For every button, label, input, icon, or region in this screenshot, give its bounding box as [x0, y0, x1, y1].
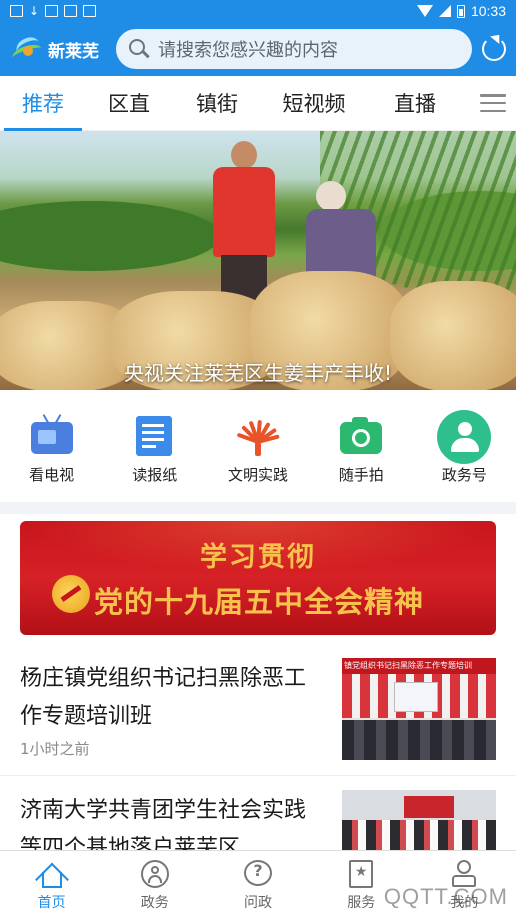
shortcut-civilization-practice[interactable]: 文明实践 [206, 390, 309, 502]
promo-subtitle: 党的十九届五中全会精神 [94, 585, 425, 619]
app-notification-icon [83, 5, 96, 17]
shortcut-label: 文明实践 [228, 466, 289, 484]
tv-icon [29, 414, 75, 458]
search-icon [128, 38, 150, 60]
newspaper-icon [132, 414, 178, 458]
signal-icon [438, 5, 451, 17]
gallery-icon [45, 5, 58, 17]
app-name: 新莱芜 [48, 41, 99, 62]
refresh-icon[interactable] [482, 37, 506, 61]
gov-account-icon [437, 410, 492, 464]
nav-inquiry[interactable]: ? 问政 [206, 851, 309, 916]
services-star-icon: ★ [346, 859, 376, 889]
notification-square-icon [10, 5, 23, 17]
news-title: 济南大学共青团学生社会实践等四个基地落户莱芜区... [20, 798, 307, 850]
civilization-fan-icon [235, 414, 281, 458]
tab-district[interactable]: 区直 [86, 76, 172, 131]
nav-label: 政务 [140, 895, 169, 911]
news-time: 1小时之前 [20, 740, 90, 758]
wifi-icon [416, 5, 433, 17]
shortcut-snapshot[interactable]: 随手拍 [310, 390, 413, 502]
nav-government[interactable]: 政务 [103, 851, 206, 916]
battery-icon [456, 4, 465, 18]
nav-label: 服务 [347, 895, 376, 911]
channel-menu-icon[interactable] [480, 94, 506, 112]
section-divider [0, 502, 516, 514]
news-item[interactable]: 杨庄镇党组织书记扫黑除恶工作专题培训班 1小时之前 镇党组织书记扫黑除恶工作专题… [0, 644, 516, 776]
shortcut-gov-account[interactable]: 政务号 [413, 390, 516, 502]
home-icon [34, 859, 69, 897]
news-thumbnail [342, 790, 496, 850]
banner-field [0, 201, 220, 271]
party-emblem-icon [52, 575, 90, 613]
status-indicators: 10:33 [416, 3, 506, 19]
app-logo[interactable]: 新莱芜 [10, 33, 112, 65]
logo-swoosh-icon [10, 33, 44, 65]
status-bar: ↓ 10:33 [0, 0, 516, 22]
government-icon [140, 859, 170, 889]
shortcut-watch-tv[interactable]: 看电视 [0, 390, 103, 502]
app-header: 新莱芜 请搜索您感兴趣的内容 [0, 22, 516, 76]
app-screen: ↓ 10:33 新莱芜 请搜索您感兴趣的内容 推荐 区直 镇街 短视频 直播 央… [0, 0, 516, 916]
news-title: 杨庄镇党组织书记扫黑除恶工作专题培训班 [20, 666, 307, 729]
shortcut-label: 读报纸 [132, 466, 178, 484]
banner-caption: 央视关注莱芜区生姜丰产丰收! [123, 361, 393, 385]
search-bar[interactable]: 请搜索您感兴趣的内容 [116, 29, 472, 69]
channel-tabs: 推荐 区直 镇街 短视频 直播 [0, 76, 516, 131]
banner-farmer [205, 141, 283, 301]
shortcut-label: 政务号 [441, 466, 487, 484]
news-thumbnail: 镇党组织书记扫黑除恶工作专题培训 [342, 658, 496, 760]
search-placeholder: 请搜索您感兴趣的内容 [158, 40, 338, 61]
tab-towns[interactable]: 镇街 [172, 76, 262, 131]
thumbnail-caption: 镇党组织书记扫黑除恶工作专题培训 [342, 658, 496, 674]
status-notifications: ↓ [10, 5, 96, 17]
nav-home[interactable]: 首页 [0, 851, 103, 916]
camera-icon [338, 414, 384, 458]
question-icon: ? [243, 859, 273, 889]
shortcut-grid: 看电视 读报纸 文明实践 随手拍 政务号 [0, 390, 516, 502]
tab-short-video[interactable]: 短视频 [262, 76, 366, 131]
news-item[interactable]: 济南大学共青团学生社会实践等四个基地落户莱芜区... [0, 776, 516, 850]
gallery-icon [64, 5, 77, 17]
shortcut-label: 随手拍 [338, 466, 384, 484]
nav-label: 问政 [244, 895, 272, 911]
site-watermark: QQTT.COM [383, 884, 508, 909]
promo-title: 学习贯彻 [200, 542, 316, 573]
promo-banner[interactable]: 学习贯彻 党的十九届五中全会精神 [20, 521, 496, 635]
shortcut-read-newspaper[interactable]: 读报纸 [103, 390, 206, 502]
tab-live[interactable]: 直播 [366, 76, 464, 131]
shortcut-label: 看电视 [29, 466, 75, 484]
hero-banner[interactable]: 央视关注莱芜区生姜丰产丰收! [0, 131, 516, 390]
tab-recommend[interactable]: 推荐 [0, 76, 86, 131]
status-time: 10:33 [470, 3, 506, 19]
download-icon: ↓ [29, 4, 40, 18]
